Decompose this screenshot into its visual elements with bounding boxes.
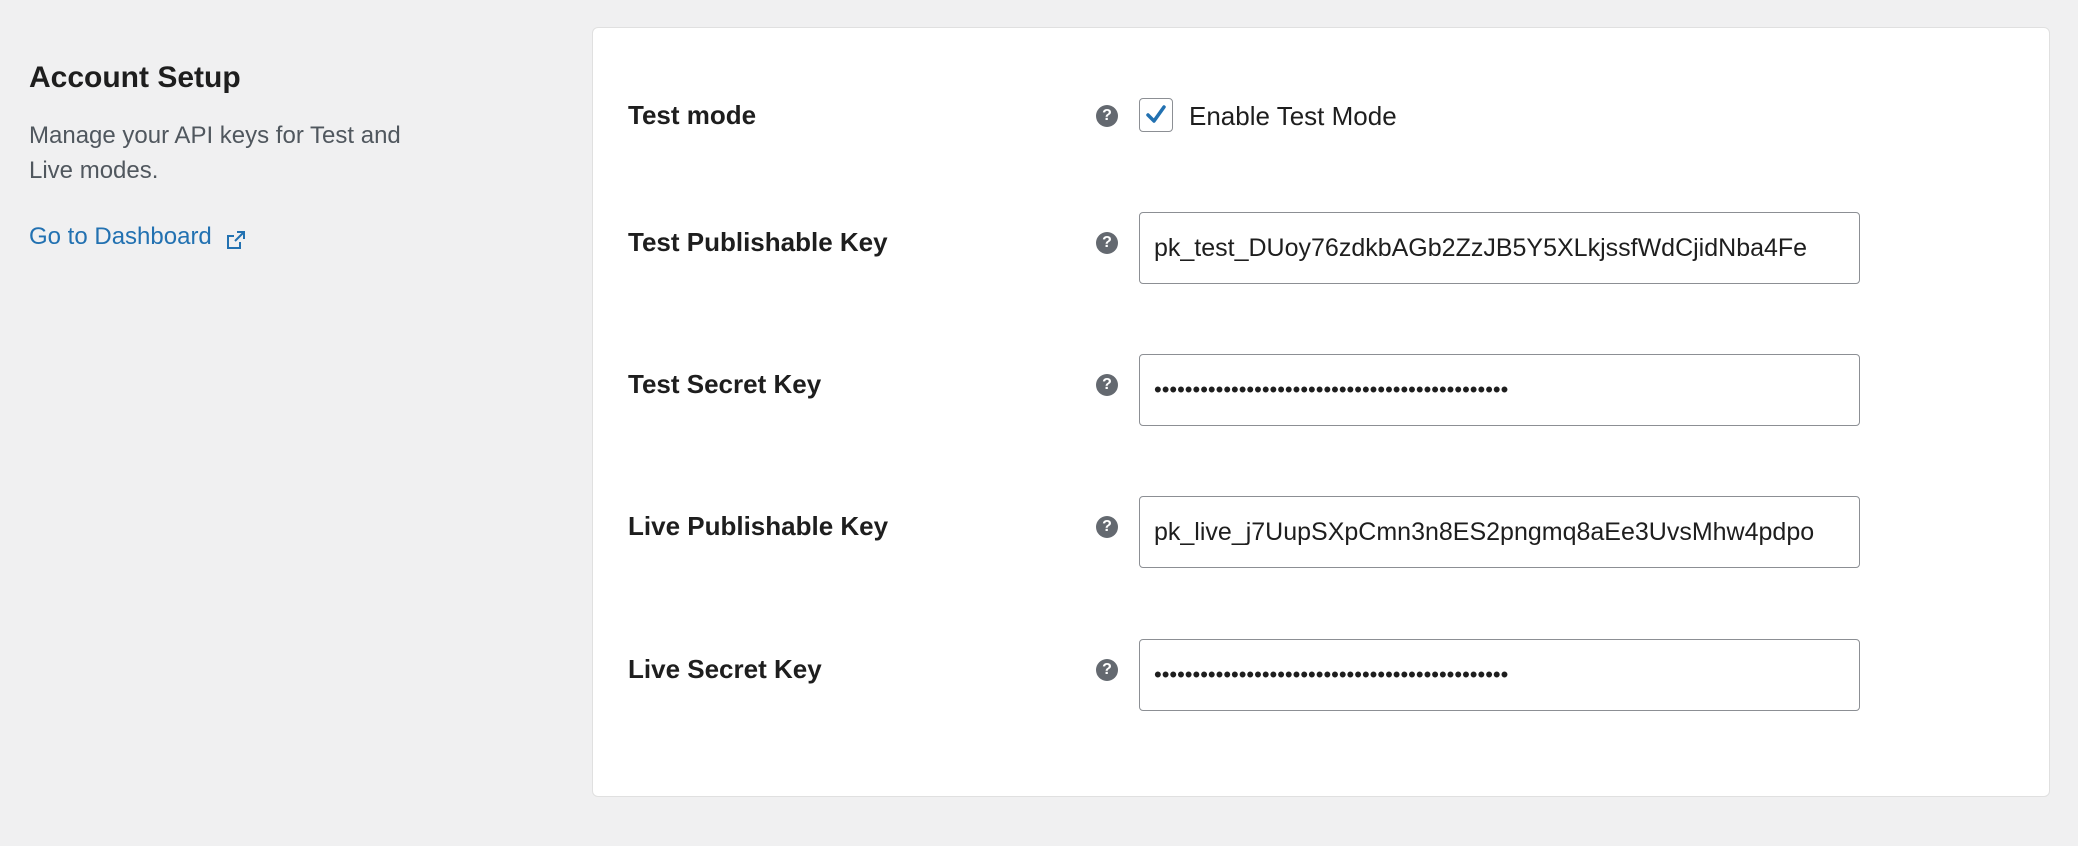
test-publishable-key-label: Test Publishable Key xyxy=(628,227,888,257)
help-icon[interactable]: ? xyxy=(1096,105,1118,127)
settings-card: Test mode ? Enable Test Mode Test Publis… xyxy=(592,27,2050,797)
help-icon[interactable]: ? xyxy=(1096,516,1118,538)
test-secret-key-label: Test Secret Key xyxy=(628,369,822,399)
external-link-icon xyxy=(226,227,246,249)
live-publishable-key-input[interactable] xyxy=(1139,496,1860,568)
test-publishable-key-input[interactable] xyxy=(1139,212,1860,284)
enable-test-mode-label[interactable]: Enable Test Mode xyxy=(1189,99,1397,133)
section-title: Account Setup xyxy=(29,61,241,94)
account-setup-intro: Account Setup Manage your API keys for T… xyxy=(29,58,449,253)
test-secret-key-input[interactable] xyxy=(1139,354,1860,426)
test-mode-label: Test mode xyxy=(628,100,757,130)
go-to-dashboard-link[interactable]: Go to Dashboard xyxy=(29,221,246,253)
help-icon[interactable]: ? xyxy=(1096,232,1118,254)
help-icon[interactable]: ? xyxy=(1096,659,1118,681)
live-secret-key-input[interactable] xyxy=(1139,639,1860,711)
live-publishable-key-label: Live Publishable Key xyxy=(628,511,889,541)
help-icon[interactable]: ? xyxy=(1096,374,1118,396)
section-description: Manage your API keys for Test and Live m… xyxy=(29,122,401,184)
live-secret-key-label: Live Secret Key xyxy=(628,654,822,684)
enable-test-mode-checkbox[interactable] xyxy=(1139,98,1173,132)
dashboard-link-label: Go to Dashboard xyxy=(29,223,212,250)
